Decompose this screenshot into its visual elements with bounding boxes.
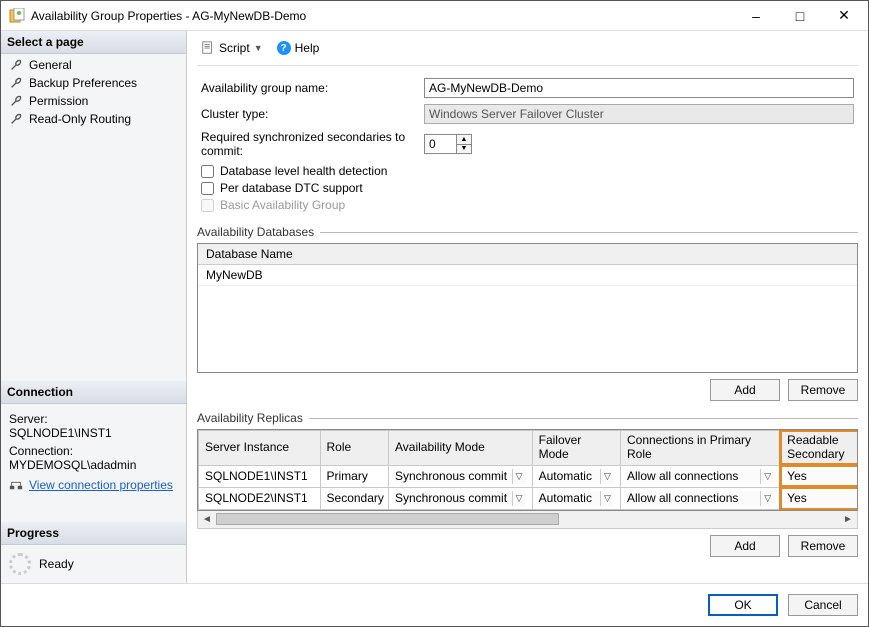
connection-label: Connection: bbox=[9, 444, 178, 458]
connection-icon bbox=[9, 477, 23, 491]
dialog-window: Availability Group Properties - AG-MyNew… bbox=[0, 0, 869, 627]
connection-header: Connection bbox=[1, 381, 186, 404]
select-page-header: Select a page bbox=[1, 31, 186, 54]
cell-readable-secondary[interactable]: Yes▽ bbox=[781, 487, 858, 509]
basic-ag-checkbox bbox=[201, 199, 214, 212]
cell-server: SQLNODE1\INST1 bbox=[199, 465, 321, 487]
wrench-icon bbox=[9, 76, 23, 90]
cell-conn-primary[interactable]: Allow all connections▽ bbox=[620, 465, 780, 487]
script-button[interactable]: Script ▼ bbox=[197, 39, 267, 57]
col-connections-primary[interactable]: Connections in Primary Role bbox=[620, 431, 780, 466]
cell-failover-mode[interactable]: Automatic▽ bbox=[532, 465, 620, 487]
cell-availability-mode[interactable]: Synchronous commit▽ bbox=[389, 465, 533, 487]
col-availability-mode[interactable]: Availability Mode bbox=[389, 431, 533, 466]
db-health-checkbox[interactable] bbox=[201, 165, 214, 178]
minimize-button[interactable]: – bbox=[734, 2, 778, 30]
col-server-instance[interactable]: Server Instance bbox=[199, 431, 321, 466]
availability-databases-title: Availability Databases bbox=[197, 225, 314, 239]
chevron-down-icon: ▽ bbox=[600, 469, 614, 484]
horizontal-scrollbar[interactable]: ◄ ► bbox=[197, 511, 858, 529]
wrench-icon bbox=[9, 58, 23, 72]
help-icon: ? bbox=[277, 41, 291, 55]
db-remove-button[interactable]: Remove bbox=[788, 379, 858, 401]
sidebar-item-read-only-routing[interactable]: Read-Only Routing bbox=[5, 110, 186, 128]
connection-value: MYDEMOSQL\adadmin bbox=[9, 458, 178, 472]
replica-add-button[interactable]: Add bbox=[710, 535, 780, 557]
scroll-thumb[interactable] bbox=[216, 513, 559, 525]
sidebar-item-backup-preferences[interactable]: Backup Preferences bbox=[5, 74, 186, 92]
col-role[interactable]: Role bbox=[320, 431, 388, 466]
spin-up-button[interactable]: ▲ bbox=[457, 135, 471, 145]
wrench-icon bbox=[9, 112, 23, 126]
dropdown-arrow-icon: ▼ bbox=[254, 43, 263, 53]
sidebar: Select a page General Backup Preferences… bbox=[1, 31, 187, 583]
chevron-down-icon: ▽ bbox=[760, 491, 774, 506]
col-failover-mode[interactable]: Failover Mode bbox=[532, 431, 620, 466]
replicas-grid[interactable]: Server Instance Role Availability Mode F… bbox=[197, 429, 858, 511]
cell-server: SQLNODE2\INST1 bbox=[199, 487, 321, 509]
cell-conn-primary[interactable]: Allow all connections▽ bbox=[620, 487, 780, 509]
script-label: Script bbox=[219, 41, 250, 55]
close-button[interactable]: ✕ bbox=[822, 2, 866, 30]
toolbar: Script ▼ ? Help bbox=[197, 37, 858, 66]
replica-row[interactable]: SQLNODE1\INST1 Primary Synchronous commi… bbox=[199, 465, 859, 487]
req-sync-label: Required synchronized secondaries to com… bbox=[201, 130, 416, 158]
chevron-down-icon: ▽ bbox=[512, 469, 526, 484]
cancel-button[interactable]: Cancel bbox=[788, 594, 858, 616]
databases-grid[interactable]: Database Name MyNewDB bbox=[197, 243, 858, 373]
window-title: Availability Group Properties - AG-MyNew… bbox=[31, 9, 734, 23]
script-icon bbox=[201, 41, 215, 55]
availability-replicas-title: Availability Replicas bbox=[197, 411, 303, 425]
sidebar-item-label: Backup Preferences bbox=[29, 76, 137, 90]
cell-readable-secondary[interactable]: Yes▽ bbox=[781, 465, 858, 487]
progress-status: Ready bbox=[39, 557, 74, 571]
chevron-down-icon: ▽ bbox=[600, 491, 614, 506]
cluster-type-label: Cluster type: bbox=[201, 107, 416, 121]
db-row[interactable]: MyNewDB bbox=[198, 265, 857, 286]
server-value: SQLNODE1\INST1 bbox=[9, 426, 178, 440]
dtc-label: Per database DTC support bbox=[220, 181, 363, 195]
db-health-label: Database level health detection bbox=[220, 164, 387, 178]
sidebar-item-general[interactable]: General bbox=[5, 56, 186, 74]
db-add-button[interactable]: Add bbox=[710, 379, 780, 401]
cell-role: Secondary bbox=[320, 487, 388, 509]
progress-spinner-icon bbox=[9, 553, 31, 575]
chevron-down-icon: ▽ bbox=[512, 491, 526, 506]
cell-failover-mode[interactable]: Automatic▽ bbox=[532, 487, 620, 509]
ok-button[interactable]: OK bbox=[708, 594, 778, 616]
wrench-icon bbox=[9, 94, 23, 108]
cluster-type-input bbox=[424, 104, 854, 124]
db-col-name: Database Name bbox=[198, 244, 857, 265]
help-label: Help bbox=[295, 41, 320, 55]
ag-name-input[interactable] bbox=[424, 78, 854, 98]
sidebar-item-permission[interactable]: Permission bbox=[5, 92, 186, 110]
sidebar-item-label: Permission bbox=[29, 94, 88, 108]
dialog-footer: OK Cancel bbox=[1, 583, 868, 626]
dtc-checkbox[interactable] bbox=[201, 182, 214, 195]
server-label: Server: bbox=[9, 412, 178, 426]
app-icon bbox=[9, 8, 25, 24]
col-readable-secondary[interactable]: Readable Secondary bbox=[781, 431, 858, 466]
cell-role: Primary bbox=[320, 465, 388, 487]
titlebar: Availability Group Properties - AG-MyNew… bbox=[1, 1, 868, 31]
replica-remove-button[interactable]: Remove bbox=[788, 535, 858, 557]
ag-name-label: Availability group name: bbox=[201, 81, 416, 95]
scroll-right-icon[interactable]: ► bbox=[839, 514, 857, 525]
view-connection-properties-link[interactable]: View connection properties bbox=[29, 478, 173, 492]
sidebar-item-label: General bbox=[29, 58, 72, 72]
scroll-left-icon[interactable]: ◄ bbox=[198, 514, 216, 525]
maximize-button[interactable]: □ bbox=[778, 2, 822, 30]
cell-availability-mode[interactable]: Synchronous commit▽ bbox=[389, 487, 533, 509]
spin-down-button[interactable]: ▼ bbox=[457, 145, 471, 154]
req-sync-input[interactable] bbox=[424, 134, 456, 154]
chevron-down-icon: ▽ bbox=[760, 469, 774, 484]
sidebar-item-label: Read-Only Routing bbox=[29, 112, 131, 126]
basic-ag-label: Basic Availability Group bbox=[220, 198, 345, 212]
replica-row[interactable]: SQLNODE2\INST1 Secondary Synchronous com… bbox=[199, 487, 859, 509]
progress-header: Progress bbox=[1, 522, 186, 545]
main-panel: Script ▼ ? Help Availability group name:… bbox=[187, 31, 868, 583]
help-button[interactable]: ? Help bbox=[273, 39, 324, 57]
